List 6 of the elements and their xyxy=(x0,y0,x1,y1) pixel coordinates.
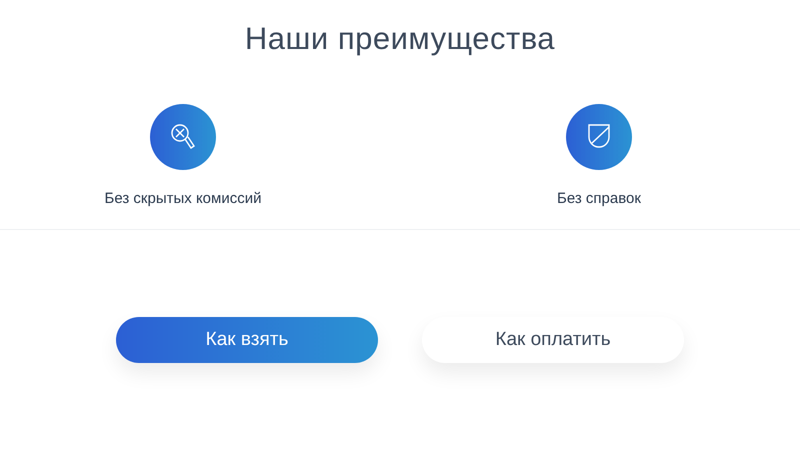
section-title: Наши преимущества xyxy=(244,20,556,58)
secondary-button[interactable]: Как оплатить xyxy=(422,317,684,364)
feature-label: Без скрытых комиссий xyxy=(104,189,262,210)
magnifier-icon xyxy=(170,123,196,152)
feature-label: Без справок xyxy=(557,189,641,210)
primary-button[interactable]: Как взять xyxy=(116,317,378,364)
